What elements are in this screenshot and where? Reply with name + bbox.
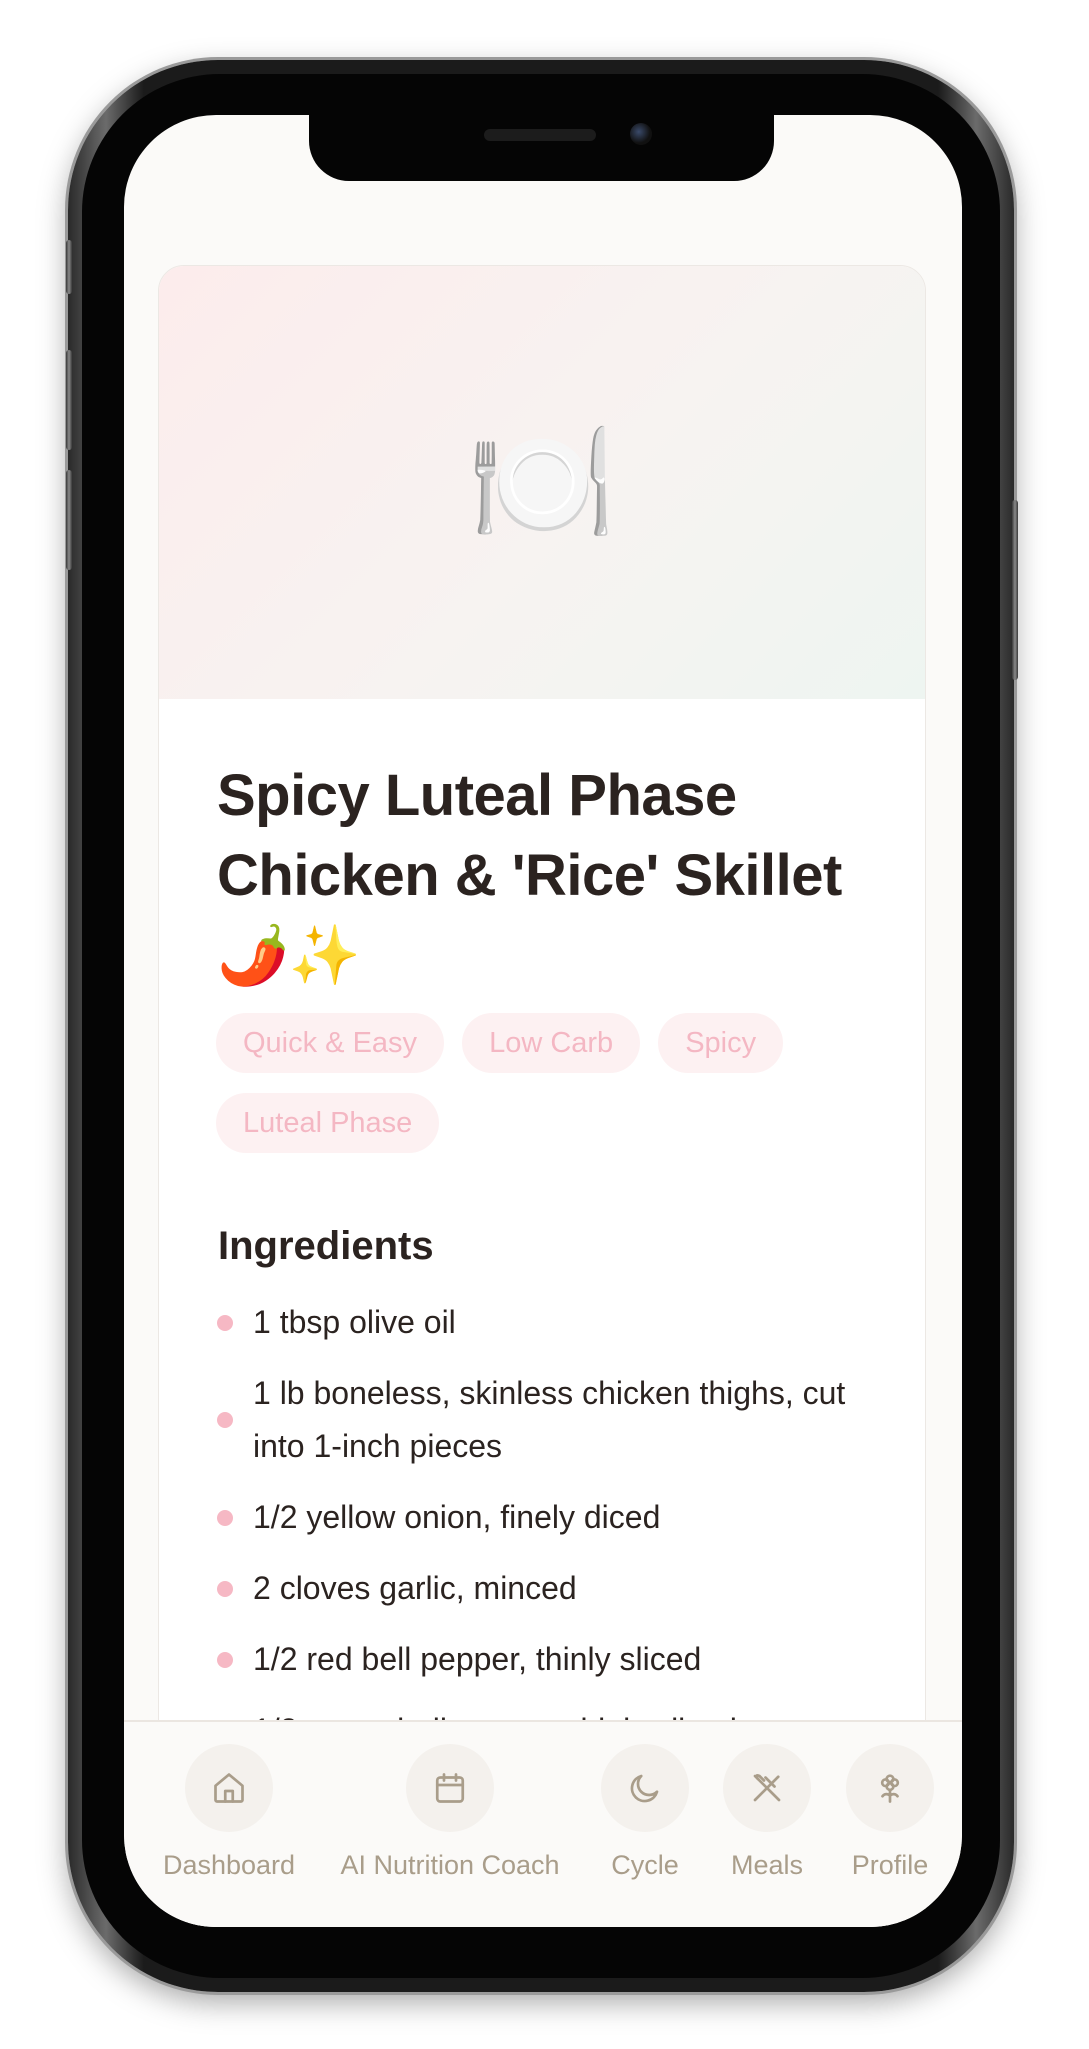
flower-icon: [846, 1744, 934, 1832]
ingredient-text: 2 cloves garlic, minced: [253, 1570, 577, 1606]
nav-label: AI Nutrition Coach: [340, 1850, 560, 1880]
bullet-dot: [217, 1580, 233, 1597]
ingredient-text: 1 tbsp olive oil: [253, 1304, 456, 1340]
nav-item-profile[interactable]: Profile: [790, 1744, 962, 1881]
recipe-tags: Quick & Easy Low Carb Spicy Luteal Phase: [216, 1013, 896, 1153]
silent-switch: [66, 240, 72, 294]
nav-item-dashboard[interactable]: Dashboard: [129, 1744, 329, 1881]
tag-quick-easy[interactable]: Quick & Easy: [216, 1013, 445, 1073]
ingredients-list: 1 tbsp olive oil 1 lb boneless, skinless…: [217, 1296, 897, 1775]
plate-icon: 🍽️: [467, 415, 617, 550]
nav-label: Dashboard: [162, 1850, 296, 1880]
home-icon: [185, 1744, 273, 1832]
notch: [309, 115, 774, 181]
calendar-icon: [406, 1744, 494, 1832]
volume-up-button: [66, 350, 72, 450]
bullet-dot: [217, 1314, 233, 1331]
ingredient-text: 1/2 yellow onion, finely diced: [253, 1499, 661, 1535]
ingredient-item: 1 tbsp olive oil: [217, 1296, 897, 1349]
tag-luteal-phase[interactable]: Luteal Phase: [216, 1093, 440, 1153]
volume-down-button: [66, 470, 72, 570]
ingredient-text: 1 lb boneless, skinless chicken thighs, …: [253, 1375, 846, 1464]
ingredient-text: 1/2 red bell pepper, thinly sliced: [253, 1641, 702, 1677]
nav-item-ai-nutrition-coach[interactable]: AI Nutrition Coach: [340, 1744, 560, 1881]
bullet-dot: [217, 1651, 233, 1668]
power-button: [1012, 500, 1018, 680]
recipe-card: 🍽️ Spicy Luteal Phase Chicken & 'Rice' S…: [158, 265, 926, 1927]
bottom-nav: Dashboard AI Nutrition Coach Cycle Meals…: [124, 1720, 962, 1927]
ingredient-item: 1/2 yellow onion, finely diced: [217, 1491, 897, 1544]
bullet-dot: [217, 1412, 233, 1428]
bullet-dot: [217, 1509, 233, 1526]
tag-spicy[interactable]: Spicy: [658, 1013, 784, 1073]
nav-label: Profile: [851, 1850, 929, 1880]
ingredient-item: 1 lb boneless, skinless chicken thighs, …: [217, 1367, 897, 1473]
recipe-title: Spicy Luteal Phase Chicken & 'Rice' Skil…: [217, 763, 842, 988]
ingredient-item: 2 cloves garlic, minced: [217, 1562, 897, 1615]
recipe-hero: 🍽️: [159, 266, 925, 699]
app-screen: 🍽️ Spicy Luteal Phase Chicken & 'Rice' S…: [124, 115, 962, 1927]
ingredients-heading: Ingredients: [218, 1224, 434, 1268]
tag-low-carb[interactable]: Low Carb: [462, 1013, 641, 1073]
ingredient-item: 1/2 red bell pepper, thinly sliced: [217, 1633, 897, 1686]
